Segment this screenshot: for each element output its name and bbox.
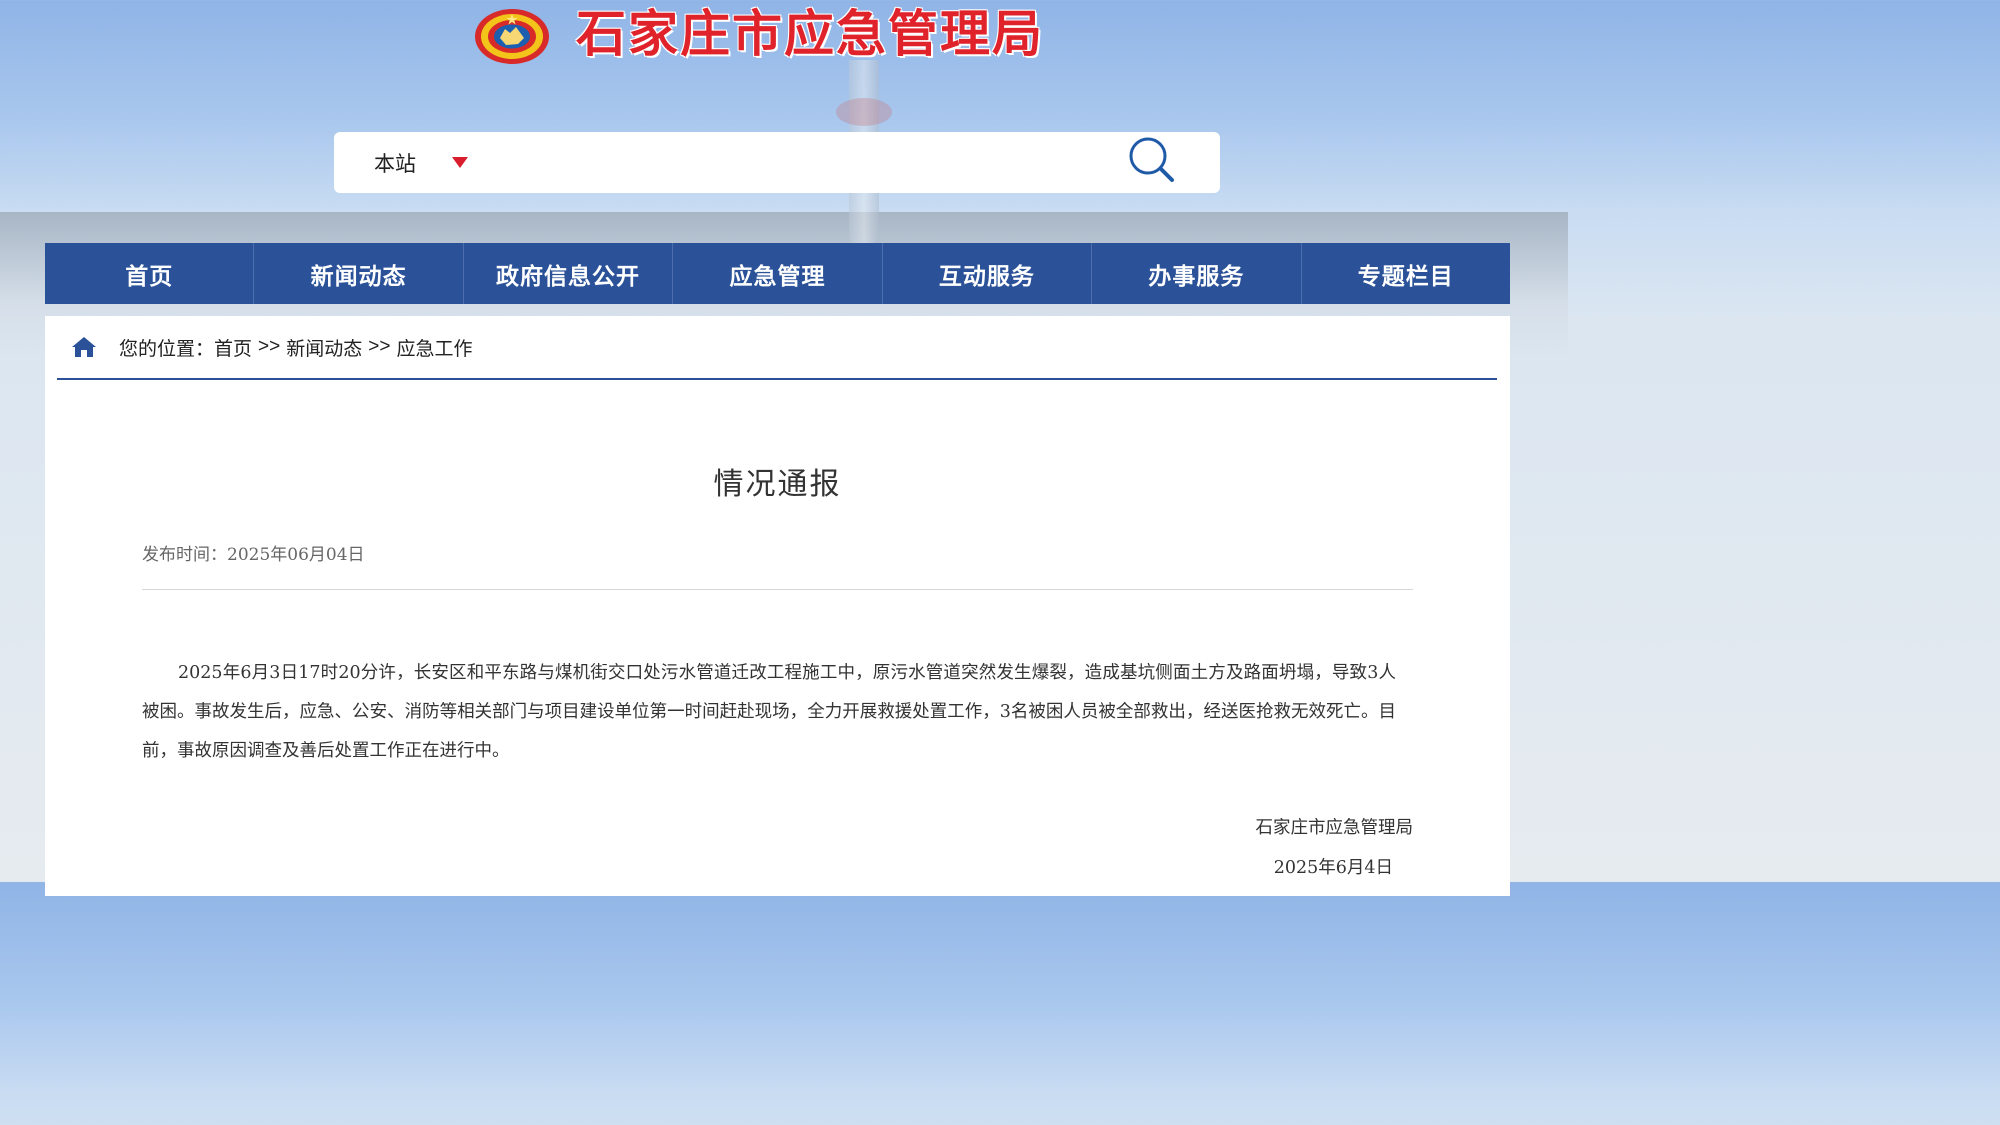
breadcrumb-home-link[interactable]: 首页 <box>214 334 252 361</box>
nav-item-news[interactable]: 新闻动态 <box>254 243 464 304</box>
caret-down-icon <box>452 157 468 168</box>
article-body: 2025年6月3日17时20分许，长安区和平东路与煤机街交口处污水管道迁改工程施… <box>142 663 1396 761</box>
nav-item-gov-info[interactable]: 政府信息公开 <box>464 243 674 304</box>
publish-time: 发布时间：2025年06月04日 <box>142 545 365 565</box>
tv-tower-ring <box>836 98 892 126</box>
search-button[interactable] <box>1128 136 1176 186</box>
nav-item-special-topics[interactable]: 专题栏目 <box>1302 243 1510 304</box>
signature-org: 石家庄市应急管理局 <box>1255 818 1414 838</box>
search-bar: 本站 <box>334 132 1220 193</box>
article-title: 情况通报 <box>713 467 842 502</box>
home-icon[interactable] <box>71 335 97 359</box>
main-nav: 首页 新闻动态 政府信息公开 应急管理 互动服务 办事服务 专题栏目 <box>45 243 1510 304</box>
search-scope-label: 本站 <box>374 152 416 176</box>
search-scope-select[interactable]: 本站 <box>374 132 468 193</box>
nav-item-emergency-management[interactable]: 应急管理 <box>673 243 883 304</box>
breadcrumb: 您的位置： 首页 >> 新闻动态 >> 应急工作 <box>57 316 1497 380</box>
search-icon <box>1129 137 1174 182</box>
site-title: 石家庄市应急管理局 <box>576 4 1044 63</box>
search-input[interactable] <box>504 142 1108 184</box>
divider <box>142 589 1413 590</box>
nav-item-interactive-services[interactable]: 互动服务 <box>883 243 1093 304</box>
breadcrumb-separator: >> <box>368 336 391 357</box>
nav-item-home[interactable]: 首页 <box>45 243 255 304</box>
signature-date: 2025年6月4日 <box>1273 858 1393 878</box>
content-panel: 您的位置： 首页 >> 新闻动态 >> 应急工作 情况通报 发布时间：2025年… <box>45 316 1510 896</box>
breadcrumb-separator: >> <box>258 336 281 357</box>
nav-item-affairs-services[interactable]: 办事服务 <box>1092 243 1302 304</box>
breadcrumb-news-link[interactable]: 新闻动态 <box>286 334 362 361</box>
breadcrumb-prefix: 您的位置： <box>119 338 215 360</box>
breadcrumb-emergency-work-link[interactable]: 应急工作 <box>396 334 472 361</box>
emergency-emblem-logo[interactable] <box>474 8 550 65</box>
